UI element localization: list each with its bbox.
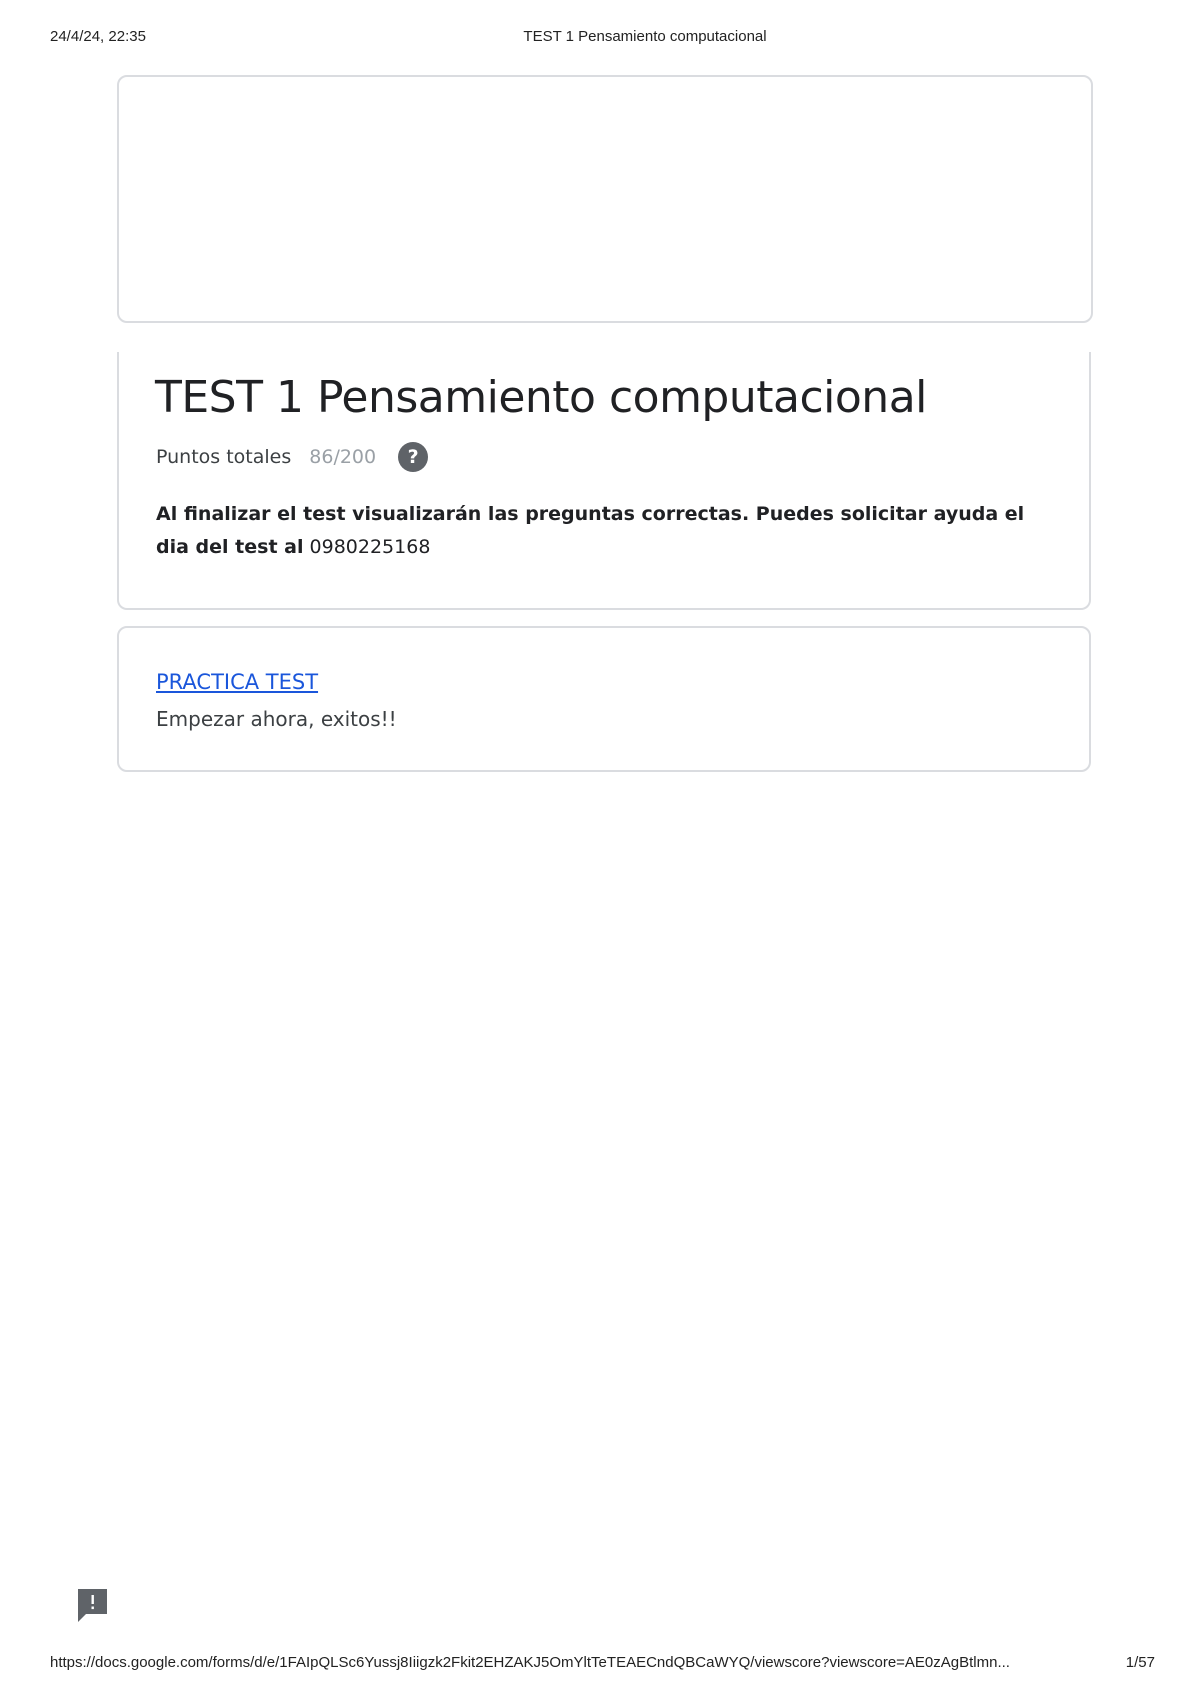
total-score-row: Puntos totales 86/200 ? [156,440,429,474]
print-doc-title: TEST 1 Pensamiento computacional [523,28,767,45]
form-description: Al finalizar el test visualizarán las pr… [156,498,1056,564]
print-header: 24/4/24, 22:35 TEST 1 Pensamiento comput… [50,28,1150,52]
score-value: 86/200 [309,446,377,468]
practica-test-link[interactable]: PRACTICA TEST [156,670,318,694]
header-banner-card [117,75,1093,323]
feedback-icon[interactable] [76,1587,109,1625]
print-date: 24/4/24, 22:35 [50,28,146,45]
feedback-icon-graphic [78,1589,107,1622]
score-label: Puntos totales [156,446,292,468]
section-description: Empezar ahora, exitos!! [156,707,397,731]
form-info-card: TEST 1 Pensamiento computacional Puntos … [117,352,1091,610]
description-bold-text: Al finalizar el test visualizarán las pr… [156,503,1025,558]
question-mark-icon[interactable]: ? [398,442,429,472]
page-url: https://docs.google.com/forms/d/e/1FAIpQ… [50,1654,1010,1671]
page-number: 1/57 [1125,1654,1155,1671]
print-footer: https://docs.google.com/forms/d/e/1FAIpQ… [50,1654,1155,1678]
form-title: TEST 1 Pensamiento computacional [155,372,927,423]
section-card: PRACTICA TEST Empezar ahora, exitos!! [117,626,1091,772]
description-phone-text: 0980225168 [303,536,431,558]
